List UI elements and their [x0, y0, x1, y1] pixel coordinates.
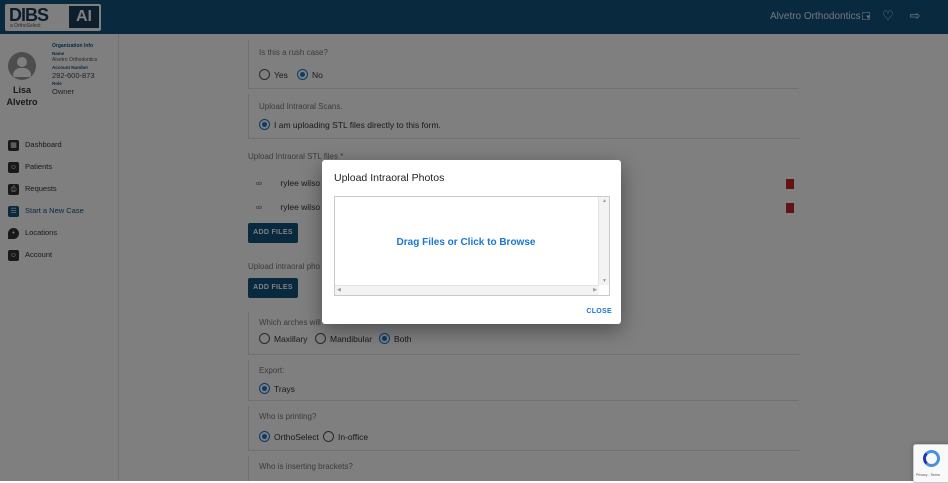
- recaptcha-text: Privacy - Terms: [916, 473, 941, 477]
- scroll-down-icon: ▼: [602, 278, 607, 284]
- recaptcha-icon: [923, 450, 940, 467]
- scroll-right-icon: ▶: [593, 287, 597, 293]
- close-button[interactable]: CLOSE: [586, 308, 612, 315]
- scroll-up-icon: ▲: [602, 198, 607, 204]
- scroll-left-icon: ◀: [337, 287, 341, 293]
- upload-photos-dialog: Upload Intraoral Photos Drag Files or Cl…: [322, 160, 621, 324]
- dropzone-text: Drag Files or Click to Browse: [396, 237, 536, 248]
- file-dropzone[interactable]: Drag Files or Click to Browse ▲ ▼ ◀ ▶: [334, 196, 610, 296]
- dialog-title: Upload Intraoral Photos: [334, 172, 445, 184]
- horizontal-scrollbar[interactable]: ◀ ▶: [335, 285, 599, 295]
- vertical-scrollbar[interactable]: ▲ ▼: [598, 197, 609, 285]
- recaptcha-badge[interactable]: Privacy - Terms: [913, 444, 948, 483]
